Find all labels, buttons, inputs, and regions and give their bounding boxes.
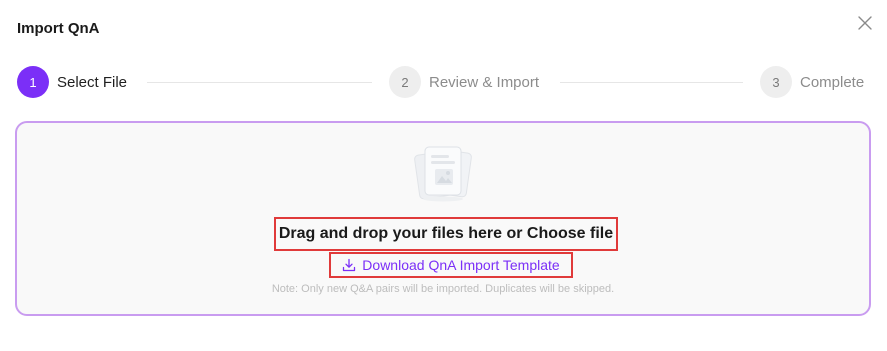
download-icon <box>343 258 356 272</box>
close-button[interactable] <box>855 13 875 33</box>
close-icon <box>858 16 872 30</box>
step-1-label: Select File <box>57 73 128 91</box>
step-3-number: 3 <box>760 66 792 98</box>
import-qna-dialog: Import QnA 1 Select File 2 Review & Impo… <box>0 0 887 351</box>
drop-instruction-text[interactable]: Drag and drop your files here or Choose … <box>279 225 613 243</box>
step-complete: 3 Complete <box>760 66 864 98</box>
step-connector-1 <box>147 82 372 83</box>
drop-instruction-highlight: Drag and drop your files here or Choose … <box>274 217 618 251</box>
download-template-button[interactable]: Download QnA Import Template <box>329 252 573 278</box>
import-note: Note: Only new Q&A pairs will be importe… <box>271 283 615 295</box>
step-3-label: Complete <box>800 73 865 91</box>
step-2-label: Review & Import <box>429 73 540 91</box>
document-stack-icon <box>414 146 472 202</box>
step-review-import: 2 Review & Import <box>389 66 539 98</box>
step-select-file: 1 Select File <box>17 66 127 98</box>
step-2-number: 2 <box>389 66 421 98</box>
dialog-title: Import QnA <box>17 20 100 37</box>
step-connector-2 <box>560 82 743 83</box>
download-template-label: Download QnA Import Template <box>362 257 560 273</box>
step-1-number: 1 <box>17 66 49 98</box>
stepper: 1 Select File 2 Review & Import 3 Comple… <box>17 66 869 98</box>
